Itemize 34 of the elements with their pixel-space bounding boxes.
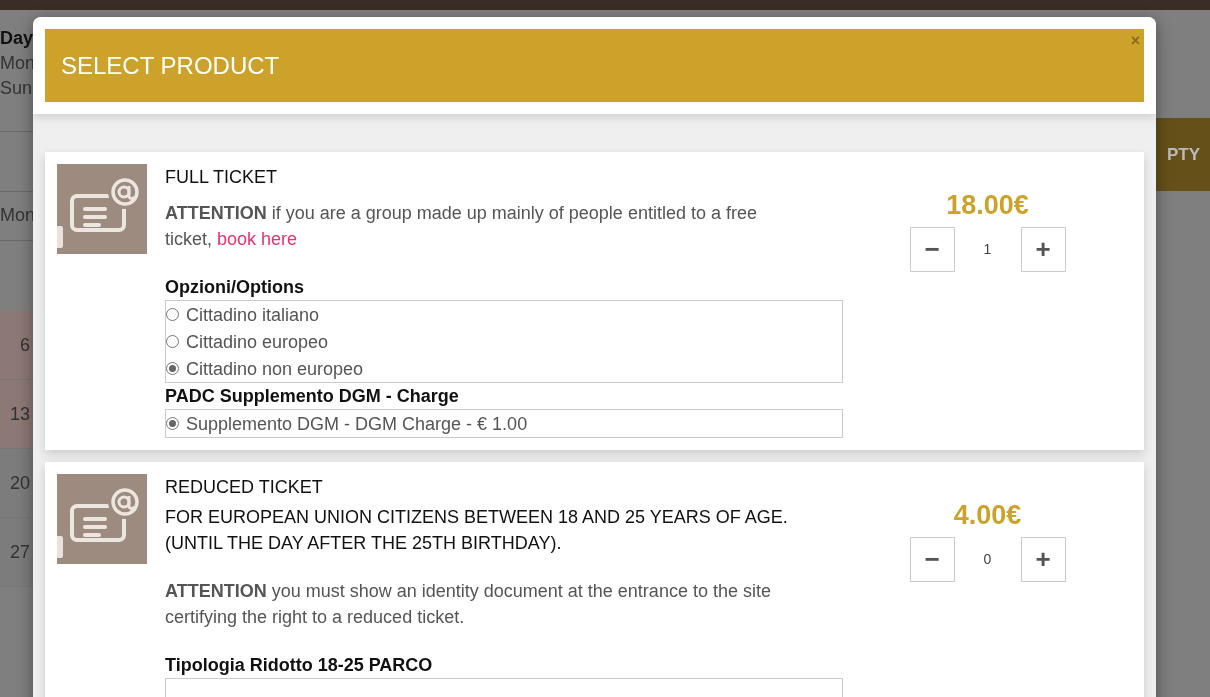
option-label: Supplemento DGM - DGM Charge - € 1.00 xyxy=(186,412,528,436)
ticket-email-icon xyxy=(57,474,147,564)
empty-button[interactable]: PTY xyxy=(1156,118,1210,191)
calendar-day: 13 xyxy=(0,380,33,449)
ticket-email-icon xyxy=(57,164,147,254)
decrease-button[interactable]: − xyxy=(909,537,955,582)
radio-button[interactable] xyxy=(166,335,179,348)
radio-button[interactable] xyxy=(166,417,179,430)
attention-text: ATTENTION if you are a group made up mainly of people entitled to a free ticket, book here xyxy=(165,202,758,251)
radio-button[interactable] xyxy=(166,362,179,375)
options-heading: PADC Supplemento DGM - Charge xyxy=(165,385,460,408)
decrease-button[interactable]: − xyxy=(909,227,955,272)
increase-button[interactable]: + xyxy=(1020,227,1066,272)
price: 4.00€ xyxy=(953,500,1022,530)
modal-title: SELECT PRODUCT xyxy=(61,50,280,81)
option-label: Cittadino italiano xyxy=(186,303,320,327)
product-description: FOR EUROPEAN UNION CITIZENS BETWEEN 18 AND 25 YEARS OF AGE. (UNTIL THE DAY AFTER THE 25TH BIRTHDAY). xyxy=(165,506,789,555)
day-label: Sun xyxy=(0,77,33,100)
attention-text: ATTENTION you must show an identity document at the entrance to the site certifying the right to a reduced ticket. xyxy=(165,580,772,629)
product-name: FULL TICKET xyxy=(165,166,279,189)
product-name: REDUCED TICKET xyxy=(165,476,324,499)
day-label: Mon xyxy=(0,52,33,75)
quantity-value: 0 xyxy=(982,550,993,569)
price: 18.00€ xyxy=(946,190,1029,220)
options-heading: Tipologia Ridotto 18-25 PARCO xyxy=(165,654,434,677)
calendar-day: 6 xyxy=(0,311,33,380)
options-heading: Opzioni/Options xyxy=(165,276,305,299)
option-label: Cittadino non europeo xyxy=(186,357,364,381)
option-label: Cittadino europeo xyxy=(186,330,329,354)
days-heading: Day xyxy=(0,27,33,50)
book-here-link[interactable]: book here xyxy=(217,229,298,249)
quantity-value: 1 xyxy=(982,240,993,259)
increase-button[interactable]: + xyxy=(1020,537,1066,582)
radio-button[interactable] xyxy=(166,308,179,321)
